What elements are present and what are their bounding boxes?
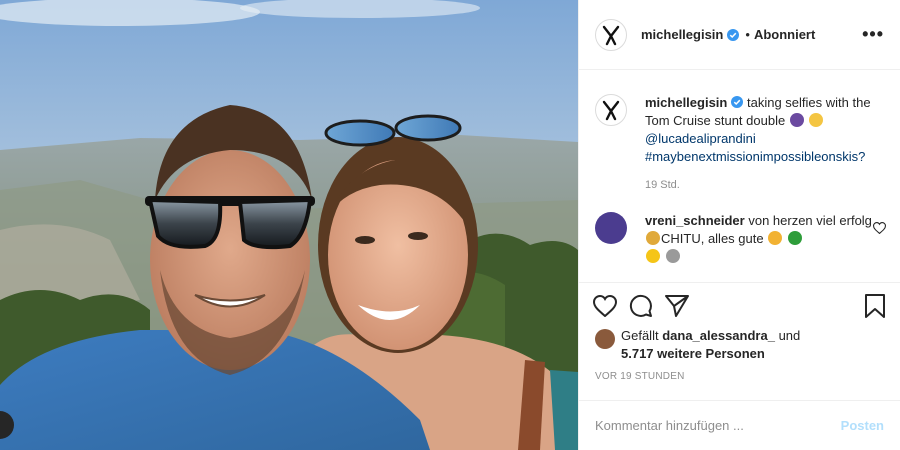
liker-username[interactable]: dana_alessandra_ xyxy=(662,328,775,343)
liker-avatar[interactable] xyxy=(595,329,615,349)
sun-emoji-icon xyxy=(646,249,660,263)
save-button[interactable] xyxy=(864,293,886,318)
heart-icon xyxy=(593,294,617,317)
likes-summary: Gefällt dana_alessandra_ und 5.717 weite… xyxy=(595,327,884,363)
likes-suffix: und xyxy=(778,328,801,343)
trophy-emoji-icon xyxy=(646,231,660,245)
comment-body: vreni_schneider von herzen viel erfolg C… xyxy=(645,212,884,266)
avatar[interactable] xyxy=(595,18,627,51)
post-timestamp[interactable]: VOR 19 STUNDEN xyxy=(595,371,685,382)
verified-badge-icon xyxy=(727,28,740,41)
likes-prefix: Gefällt xyxy=(621,328,659,343)
post-photo[interactable] xyxy=(0,0,578,450)
verified-badge-icon xyxy=(731,96,744,108)
follow-status-button[interactable]: Abonniert xyxy=(754,27,815,42)
header-username[interactable]: michellegisin xyxy=(641,27,723,42)
post-header: michellegisin • Abonniert ••• xyxy=(579,0,900,70)
emoji-icon xyxy=(789,113,804,127)
comments-section: michellegisin taking selfies with the To… xyxy=(579,70,900,280)
mention-link[interactable]: @lucadealiprandini xyxy=(645,131,756,146)
comment-text-1: von herzen viel erfolg xyxy=(748,213,872,228)
likes-text: Gefällt dana_alessandra_ und 5.717 weite… xyxy=(621,327,800,363)
caption-avatar[interactable] xyxy=(595,94,627,126)
caption: michellegisin taking selfies with the To… xyxy=(579,94,900,194)
logo-icon xyxy=(602,25,620,45)
post-panel: michellegisin • Abonniert ••• michellegi… xyxy=(578,0,900,450)
instagram-post: michellegisin • Abonniert ••• michellegi… xyxy=(0,0,900,450)
paper-plane-icon xyxy=(665,294,689,317)
caption-username[interactable]: michellegisin xyxy=(645,95,727,110)
emoji-icon xyxy=(809,113,824,127)
share-button[interactable] xyxy=(665,294,689,317)
separator: • xyxy=(745,27,750,42)
caption-body: michellegisin taking selfies with the To… xyxy=(645,94,884,194)
action-bar xyxy=(579,282,900,328)
selfie-image xyxy=(0,0,578,450)
clover-emoji-icon xyxy=(787,231,802,245)
comment-like-icon[interactable] xyxy=(873,222,886,234)
post-button[interactable]: Posten xyxy=(841,418,884,433)
like-button[interactable] xyxy=(593,294,617,317)
commenter-avatar[interactable] xyxy=(595,212,627,244)
add-comment-bar: Posten xyxy=(579,400,900,450)
comment-username[interactable]: vreni_schneider xyxy=(645,213,745,228)
logo-icon xyxy=(602,100,620,121)
more-options-icon[interactable]: ••• xyxy=(862,24,884,45)
bookmark-icon xyxy=(865,293,885,318)
comment-button[interactable] xyxy=(629,294,653,318)
comment-icon xyxy=(629,294,652,317)
mountain-emoji-icon xyxy=(665,249,680,263)
likes-count[interactable]: 5.717 weitere Personen xyxy=(621,346,765,361)
caption-time: 19 Std. xyxy=(645,179,680,191)
hashtag-link[interactable]: #maybenextmissionimpossibleonskis? xyxy=(645,149,865,164)
comment-input[interactable] xyxy=(595,418,841,433)
muscle-emoji-icon xyxy=(768,231,783,245)
comment-text-2: CHITU, alles gute xyxy=(661,231,764,246)
comment-item: vreni_schneider von herzen viel erfolg C… xyxy=(579,212,900,266)
